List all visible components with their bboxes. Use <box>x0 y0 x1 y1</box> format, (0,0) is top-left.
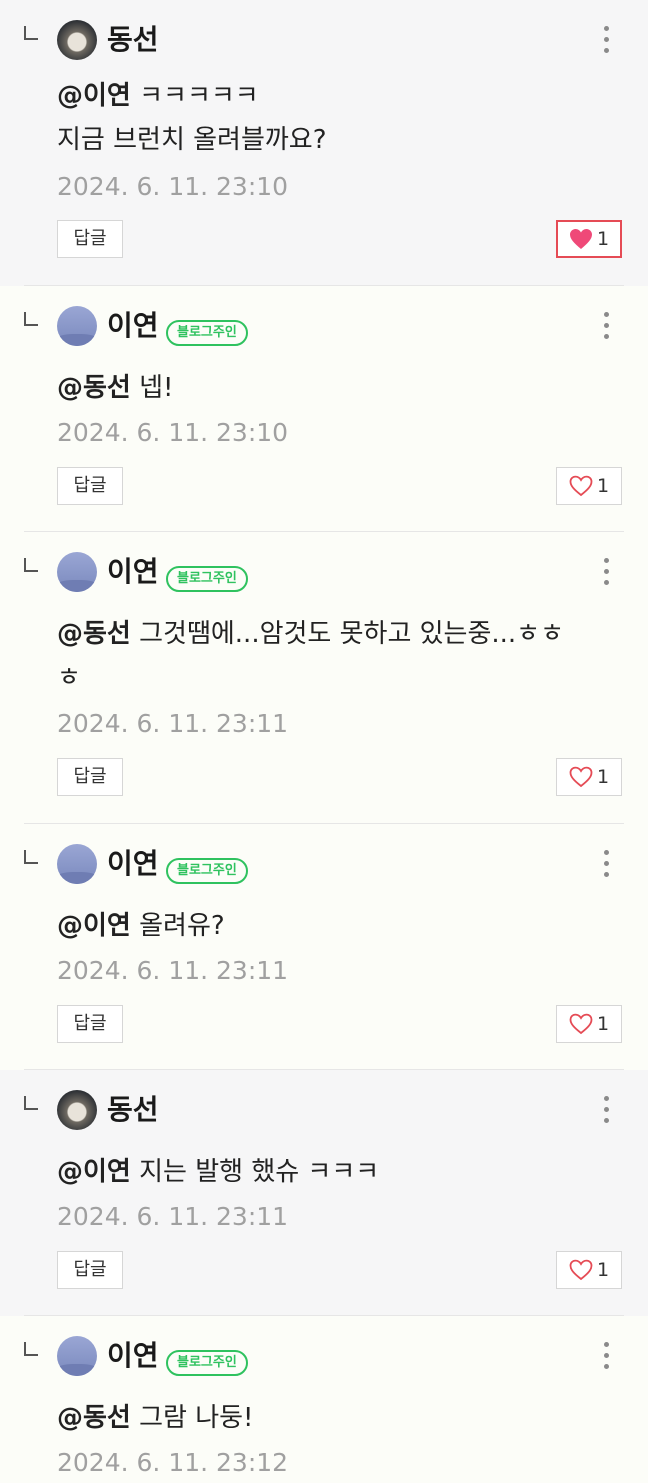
avatar[interactable] <box>57 552 97 592</box>
avatar[interactable] <box>57 844 97 884</box>
reply-button[interactable]: 답글 <box>57 467 123 505</box>
like-button[interactable]: 1 <box>556 220 622 258</box>
more-options-icon[interactable] <box>604 312 610 340</box>
comment-date: 2024. 6. 11. 23:11 <box>57 709 289 738</box>
reply-indicator-icon <box>24 850 38 864</box>
like-button[interactable]: 1 <box>556 467 622 505</box>
author-name[interactable]: 동선 <box>107 20 159 60</box>
comment-item: 이연 블로그주인 @이연 올려유? 2024. 6. 11. 23:11 답글 … <box>0 824 648 1070</box>
avatar[interactable] <box>57 1090 97 1130</box>
author-name[interactable]: 이연 <box>107 306 159 346</box>
mention[interactable]: @동선 <box>57 619 131 649</box>
comment-item: 이연 블로그주인 @동선 그람 나둥! 2024. 6. 11. 23:12 <box>0 1316 648 1483</box>
reply-indicator-icon <box>24 26 38 40</box>
comment-date: 2024. 6. 11. 23:11 <box>57 956 289 985</box>
more-options-icon[interactable] <box>604 850 610 878</box>
comment-date: 2024. 6. 11. 23:10 <box>57 418 289 447</box>
mention[interactable]: @동선 <box>57 373 131 403</box>
like-button[interactable]: 1 <box>556 758 622 796</box>
comment-text: @동선 그람 나둥! <box>57 1403 254 1433</box>
mention[interactable]: @이연 <box>57 81 131 111</box>
avatar[interactable] <box>57 306 97 346</box>
blog-owner-badge: 블로그주인 <box>166 1350 248 1376</box>
comment-text: @동선 넵! <box>57 373 174 403</box>
comment-item: 이연 블로그주인 @동선 넵! 2024. 6. 11. 23:10 답글 1 <box>0 286 648 532</box>
like-count: 1 <box>596 766 610 788</box>
comment-item: 동선 @이연 지는 발행 했슈 ㅋㅋㅋ 2024. 6. 11. 23:11 답… <box>0 1070 648 1316</box>
author-name[interactable]: 이연 <box>107 1336 159 1376</box>
heart-outline-icon <box>569 1259 593 1281</box>
like-count: 1 <box>596 475 610 497</box>
comment-date: 2024. 6. 11. 23:11 <box>57 1202 289 1231</box>
comment-date: 2024. 6. 11. 23:12 <box>57 1448 289 1477</box>
like-button[interactable]: 1 <box>556 1005 622 1043</box>
avatar[interactable] <box>57 1336 97 1376</box>
more-options-icon[interactable] <box>604 26 610 54</box>
avatar[interactable] <box>57 20 97 60</box>
heart-outline-icon <box>569 766 593 788</box>
blog-owner-badge: 블로그주인 <box>166 858 248 884</box>
comment-item: 이연 블로그주인 @동선 그것땜에...암것도 못하고 있는중...ㅎㅎㅎ 20… <box>0 532 648 824</box>
reply-indicator-icon <box>24 1342 38 1356</box>
mention[interactable]: @동선 <box>57 1403 131 1433</box>
heart-outline-icon <box>569 1013 593 1035</box>
like-count: 1 <box>596 1013 610 1035</box>
reply-indicator-icon <box>24 558 38 572</box>
more-options-icon[interactable] <box>604 558 610 586</box>
reply-button[interactable]: 답글 <box>57 220 123 258</box>
reply-indicator-icon <box>24 312 38 326</box>
reply-button[interactable]: 답글 <box>57 1251 123 1289</box>
reply-button[interactable]: 답글 <box>57 758 123 796</box>
heart-filled-icon <box>569 229 592 249</box>
comment-text: @이연 지는 발행 했슈 ㅋㅋㅋ <box>57 1157 380 1187</box>
comment-date: 2024. 6. 11. 23:10 <box>57 172 289 201</box>
comment-text: @동선 그것땜에...암것도 못하고 있는중...ㅎㅎㅎ <box>57 619 565 693</box>
blog-owner-badge: 블로그주인 <box>166 566 248 592</box>
mention[interactable]: @이연 <box>57 911 131 941</box>
like-count: 1 <box>596 1259 610 1281</box>
author-name[interactable]: 이연 <box>107 844 159 884</box>
comment-item: 동선 @이연 ㅋㅋㅋㅋㅋ 지금 브런치 올려블까요? 2024. 6. 11. 2… <box>0 0 648 286</box>
like-button[interactable]: 1 <box>556 1251 622 1289</box>
heart-outline-icon <box>569 475 593 497</box>
blog-owner-badge: 블로그주인 <box>166 320 248 346</box>
more-options-icon[interactable] <box>604 1342 610 1370</box>
more-options-icon[interactable] <box>604 1096 610 1124</box>
mention[interactable]: @이연 <box>57 1157 131 1187</box>
comment-text: @이연 올려유? <box>57 911 225 941</box>
author-name[interactable]: 이연 <box>107 552 159 592</box>
comment-text: @이연 ㅋㅋㅋㅋㅋ 지금 브런치 올려블까요? <box>57 81 327 155</box>
author-name[interactable]: 동선 <box>107 1090 159 1130</box>
reply-button[interactable]: 답글 <box>57 1005 123 1043</box>
like-count: 1 <box>596 228 610 250</box>
reply-indicator-icon <box>24 1096 38 1110</box>
